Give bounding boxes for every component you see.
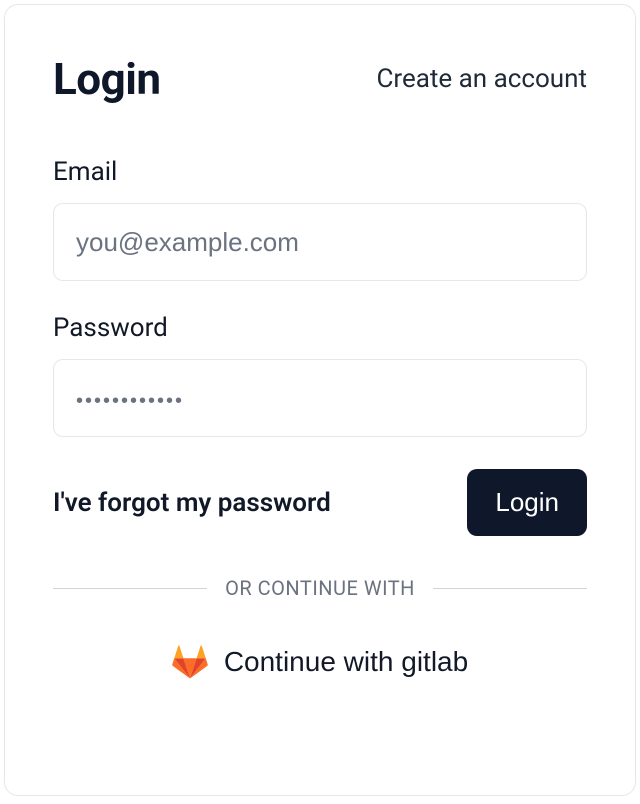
email-input[interactable] xyxy=(53,203,587,281)
divider-text: OR CONTINUE WITH xyxy=(225,576,415,600)
create-account-link[interactable]: Create an account xyxy=(376,64,587,94)
page-title: Login xyxy=(53,53,161,105)
form-actions: I've forgot my password Login xyxy=(53,469,587,536)
continue-with-gitlab-button[interactable]: Continue with gitlab xyxy=(53,628,587,696)
divider-line-right xyxy=(433,588,587,589)
email-field-group: Email xyxy=(53,157,587,281)
password-field-group: Password xyxy=(53,313,587,437)
oauth-divider: OR CONTINUE WITH xyxy=(53,576,587,600)
divider-line-left xyxy=(53,588,207,589)
login-header: Login Create an account xyxy=(53,53,587,105)
gitlab-icon xyxy=(172,644,208,680)
login-button[interactable]: Login xyxy=(467,469,587,536)
login-card: Login Create an account Email Password I… xyxy=(4,4,636,796)
forgot-password-link[interactable]: I've forgot my password xyxy=(53,488,331,518)
gitlab-button-label: Continue with gitlab xyxy=(224,646,468,678)
email-label: Email xyxy=(53,157,587,187)
password-input[interactable] xyxy=(53,359,587,437)
password-label: Password xyxy=(53,313,587,343)
